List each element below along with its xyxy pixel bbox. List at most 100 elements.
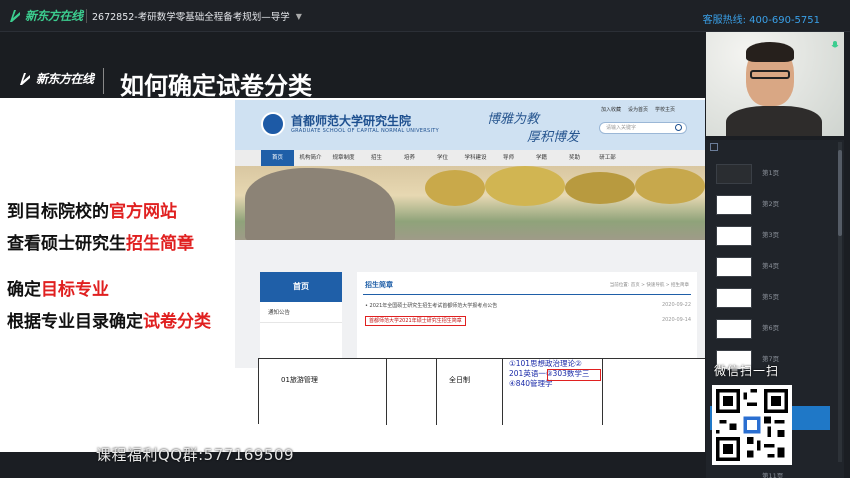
website-search: 请输入关键字 [599,122,687,134]
thumbnail-label[interactable]: 第5页 [762,291,779,301]
thumbnail-label[interactable]: 第3页 [762,229,779,239]
website-news-text-highlighted: 首都师范大学2021年硕士研究生招生简章 [365,316,466,326]
website-top-links: 加入收藏 设为首页 学校主页 [601,106,675,113]
thumbnail[interactable] [716,257,752,277]
chevron-down-icon[interactable]: ▼ [296,12,302,21]
qq-group-watermark: 课程福利QQ群:577169509 [96,446,295,464]
website-nav-item: 研工部 [599,155,616,161]
thumbnail-label[interactable]: 第6页 [762,322,779,332]
thumbnail-label[interactable]: 第1页 [762,167,779,177]
webcam-video [706,32,844,136]
website-news-item: 首都师范大学2021年硕士研究生招生简章 2020-09-14 [365,316,691,326]
thumbnail[interactable] [716,195,752,215]
logo-mark-icon [20,72,30,85]
presenter-glasses [750,70,790,79]
website-nav-item: 学位 [436,155,448,161]
website-nav: 首页 机构简介 规章制度 招生 培养 学位 学科建设 导师 学籍 奖助 研工部 [235,150,705,166]
website-nav-item: 学籍 [535,155,547,161]
website-search-placeholder: 请输入关键字 [606,125,637,131]
scrollbar-thumb[interactable] [838,150,842,236]
qr-caption: 微信扫一扫 [714,364,780,378]
thumbnail-label[interactable]: 第11页 [762,470,783,478]
website-name-en: GRADUATE SCHOOL OF CAPITAL NORMAL UNIVER… [291,128,439,134]
table-cell [387,359,437,425]
hotline-text: 客服热线: 400-690-5751 [702,15,820,26]
search-icon [675,124,682,131]
website-nav-item: 首页 [261,150,294,166]
thumbnail-label[interactable]: 第4页 [762,260,779,270]
top-bar: 新东方在线 2672852-考研数学零基础全程备考规划—导学 ▼ 客服热线: 4… [0,0,850,32]
bullet-text: 到目标院校的 [7,202,109,222]
slide-logo: 新东方在线 [18,70,94,87]
website-nav-item: 招生 [370,155,382,161]
website-nav-item: 学科建设 [464,155,487,161]
table-direction: 01旅游管理 [281,376,318,384]
website-link: 加入收藏 [601,107,622,113]
slide-canvas: 新东方在线 如何确定试卷分类 到目标院校的官方网站 查看硕士研究生招生简章 确定… [0,32,705,452]
bullet-line: 查看硕士研究生招生简章 [7,229,211,261]
exam-subject: 201英语一 [509,369,546,378]
app-logo-text: 新东方在线 [25,9,83,23]
table-mode: 全日制 [449,376,470,384]
thumbnail[interactable] [716,288,752,308]
website-news-item: • 2021年全国硕士研究生招生考试首都师范大学报考点公告 2020-09-22 [365,302,691,309]
website-link: 设为首页 [628,107,649,113]
slide-bullets: 到目标院校的官方网站 查看硕士研究生招生简章 确定目标专业 根据专业目录确定试卷… [7,197,211,339]
website-name: 首都师范大学研究生院 [291,114,412,128]
bullet-text: 查看硕士研究生 [7,234,126,254]
table-cell: 01旅游管理 [259,359,387,425]
bullet-highlight: 试卷分类 [143,312,211,332]
website-header: 首都师范大学研究生院 GRADUATE SCHOOL OF CAPITAL NO… [235,100,705,150]
thumbnail[interactable] [716,226,752,246]
bullet-line: 根据专业目录确定试卷分类 [7,307,211,339]
app-logo: 新东方在线 [8,7,83,24]
bullet-text: 根据专业目录确定 [7,312,143,332]
website-nav-item: 机构简介 [299,155,322,161]
divider [86,9,87,23]
bullet-line: 到目标院校的官方网站 [7,197,211,229]
photo-tree [565,172,635,204]
website-sidebar-title: 首页 [260,272,342,302]
thumbnail[interactable] [716,319,752,339]
presenter-hair [746,42,794,62]
website-screenshot: 首都师范大学研究生院 GRADUATE SCHOOL OF CAPITAL NO… [235,100,705,368]
bullet-highlight: 招生简章 [126,234,194,254]
website-motto: 博雅为教 [487,112,540,127]
divider [363,294,691,295]
website-motto: 厚积博发 [527,130,580,145]
thumbnail[interactable] [716,164,752,184]
collapse-icon[interactable] [710,143,718,151]
website-news-date: 2020-09-14 [661,317,691,323]
catalogue-table: 01旅游管理 全日制 ①101思想政治理论② 201英语一③303数学三 ④84… [258,358,705,425]
course-selector[interactable]: 2672852-考研数学零基础全程备考规划—导学 ▼ [92,9,302,24]
website-nav-item: 规章制度 [332,155,355,161]
website-main: 招生简章 当前位置: 首页 > 快速导航 > 招生简章 • 2021年全国硕士研… [357,272,697,368]
website-nav-item: 导师 [502,155,514,161]
website-news-date: 2020-09-22 [661,302,691,308]
divider [103,68,104,94]
photo-tree [425,170,485,206]
inscribed-stone [245,168,395,244]
bullet-text: 确定 [7,280,41,300]
university-emblem-icon [261,112,285,136]
campus-photo [235,166,705,244]
qr-code-icon [716,389,788,461]
microphone-icon [831,41,839,48]
bullet-highlight: 官方网站 [109,202,177,222]
bullet-line: 确定目标专业 [7,275,211,307]
website-sidebar: 首页 通知公告 [260,272,342,368]
photo-tree [635,168,705,204]
website-nav-item: 奖助 [568,155,580,161]
website-sidebar-item: 通知公告 [260,302,342,323]
thumbnail-label[interactable]: 第2页 [762,198,779,208]
slide-header: 新东方在线 如何确定试卷分类 [0,32,705,100]
website-content: 首页 通知公告 招生简章 当前位置: 首页 > 快速导航 > 招生简章 • 20… [235,240,705,368]
website-nav-item: 培养 [403,155,415,161]
slide-title: 如何确定试卷分类 [120,72,312,100]
exam-subject: ①101思想政治理论② [509,359,582,368]
presenter-body [726,106,822,136]
photo-tree [485,166,565,206]
slide-logo-text: 新东方在线 [36,72,94,86]
website-link: 学校主页 [655,107,676,113]
website-breadcrumb: 当前位置: 首页 > 快速导航 > 招生简章 [609,283,689,288]
